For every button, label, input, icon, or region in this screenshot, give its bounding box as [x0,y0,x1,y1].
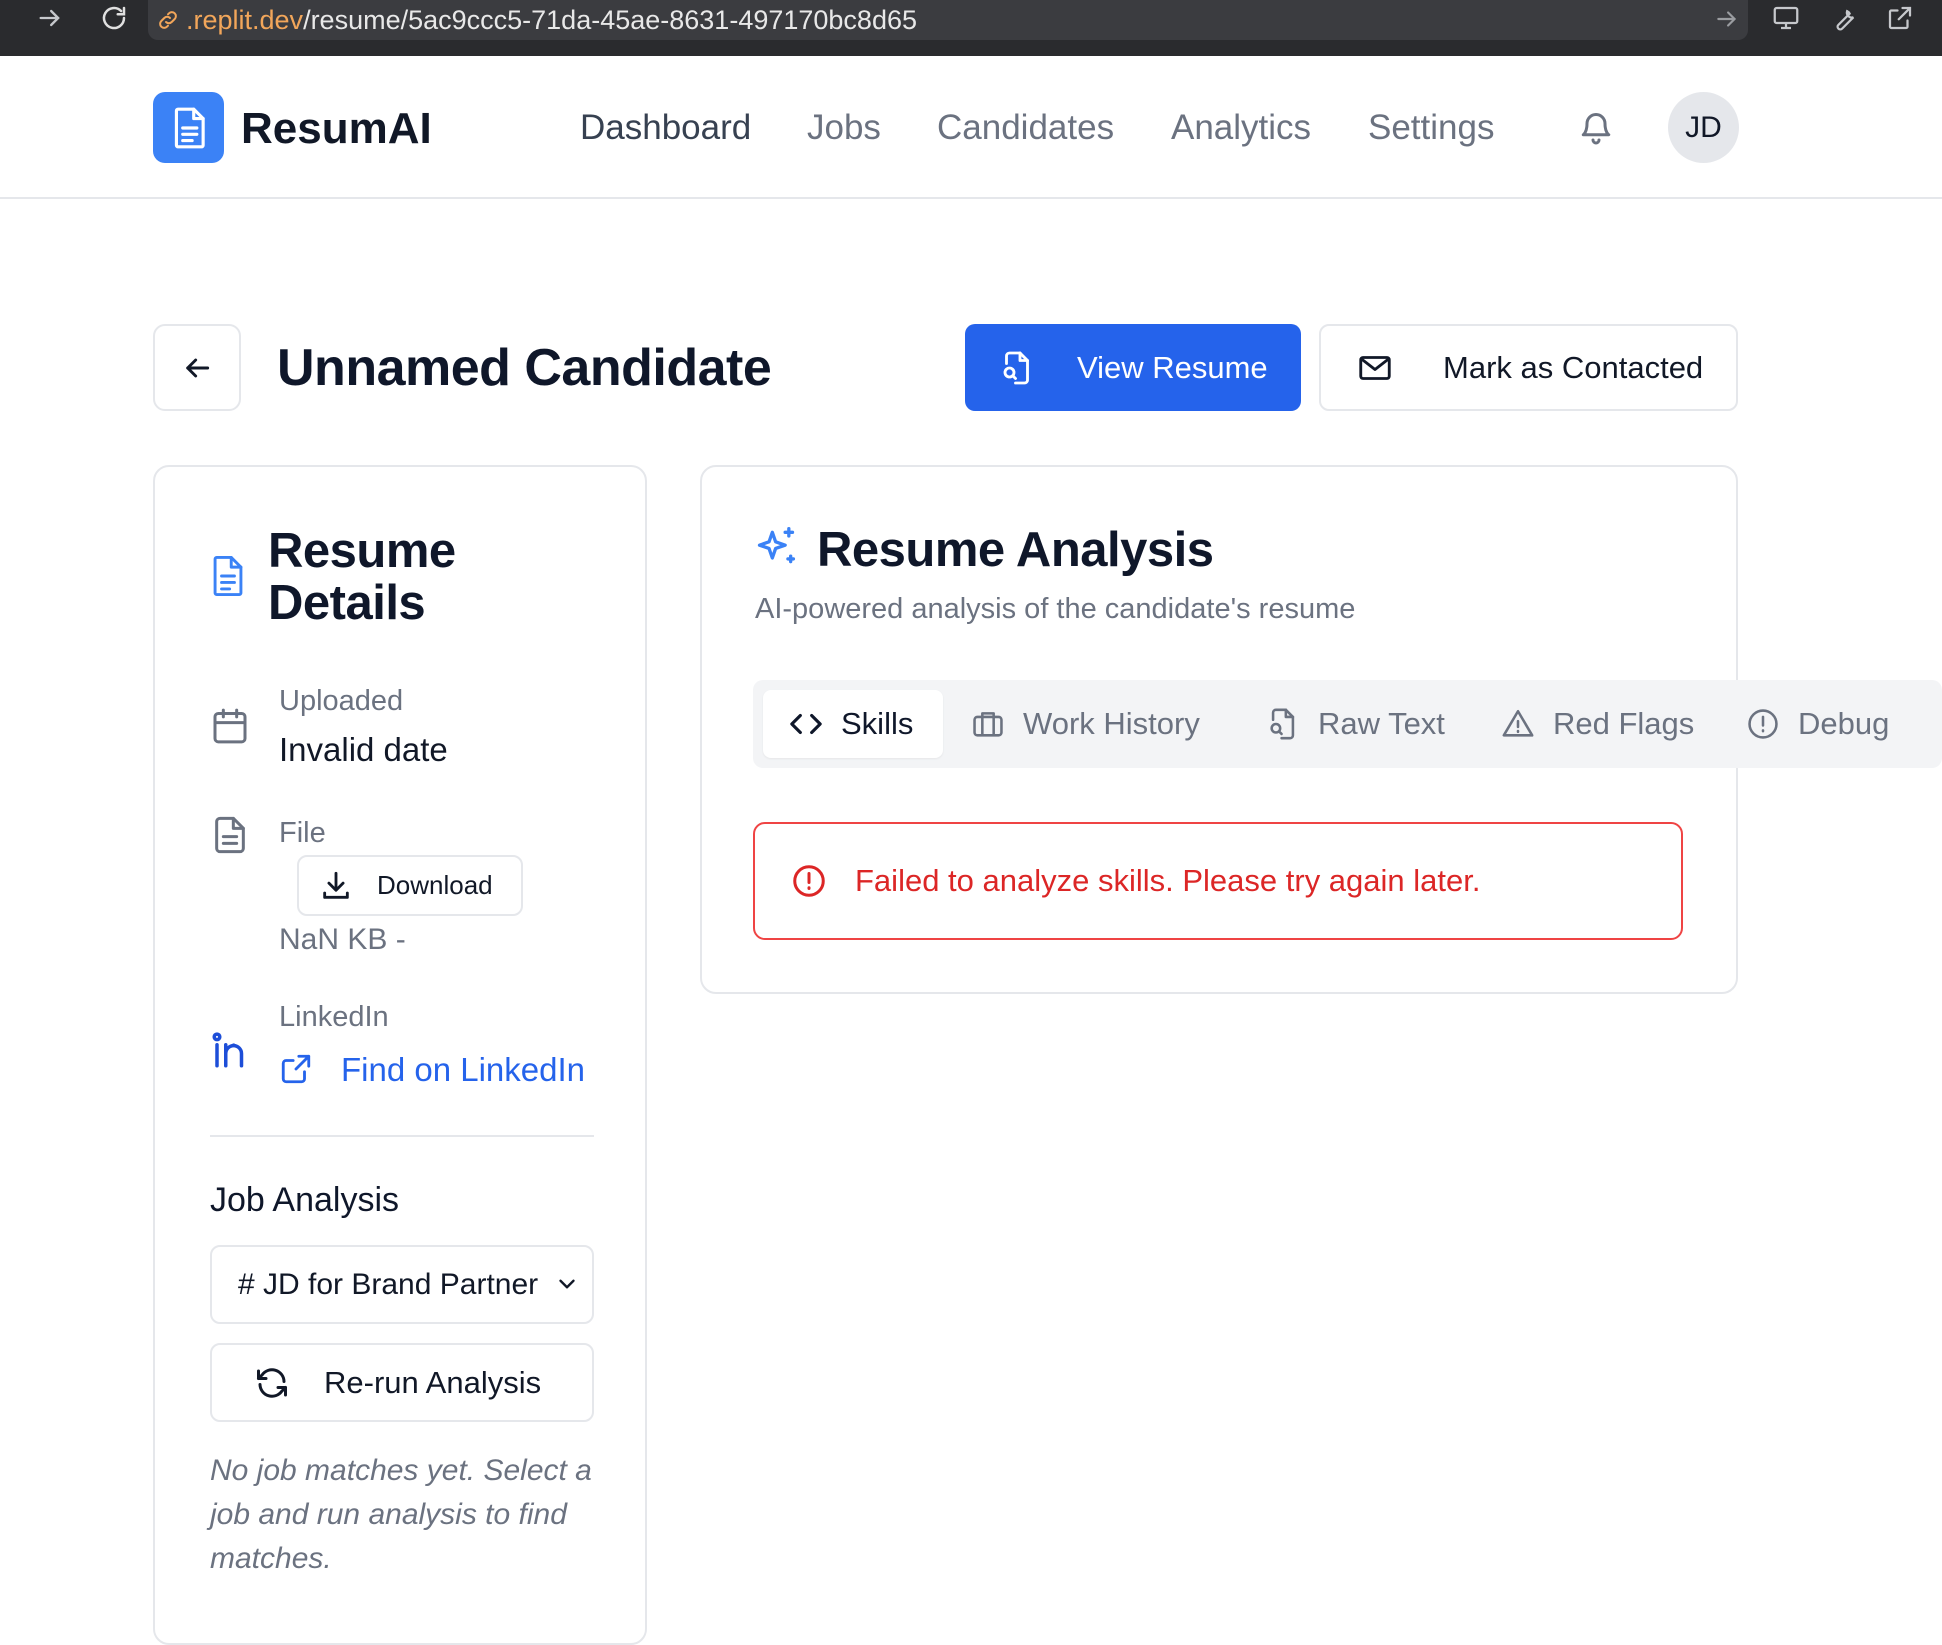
file-search-icon [1266,707,1300,741]
uploaded-value: Invalid date [279,731,448,768]
tab-red-flags[interactable]: Red Flags [1501,690,1694,758]
mark-contacted-button[interactable]: Mark as Contacted [1319,324,1738,411]
file-icon [210,814,250,856]
url-host: .replit.dev [186,4,304,35]
wrench-icon[interactable] [1826,0,1862,36]
calendar-icon [210,705,250,747]
sparkles-icon [754,525,798,569]
bell-icon[interactable] [1578,110,1616,148]
briefcase-icon [971,707,1005,741]
job-select[interactable]: # JD for Brand Partner [210,1245,594,1324]
nav-analytics[interactable]: Analytics [1171,108,1311,148]
tab-work-history-label: Work History [1023,706,1200,741]
refresh-icon [254,1365,290,1401]
mail-icon [1357,350,1393,386]
back-button[interactable] [153,324,241,411]
arrow-left-icon [181,352,213,384]
resume-details-title: Resume Details [268,524,456,630]
go-arrow-icon[interactable] [1714,6,1740,32]
file-text-icon [211,555,247,599]
nav-settings[interactable]: Settings [1368,108,1494,148]
linkedin-label: LinkedIn [279,1001,389,1033]
mark-contacted-label: Mark as Contacted [1443,349,1704,385]
external-window-icon[interactable] [1882,0,1918,36]
alert-circle-icon [791,863,827,899]
file-search-icon [999,350,1035,386]
tab-skills[interactable]: Skills [763,690,943,758]
nav-candidates[interactable]: Candidates [937,108,1114,148]
tab-red-flags-label: Red Flags [1553,706,1695,741]
download-label: Download [377,870,493,900]
nav-dashboard[interactable]: Dashboard [580,108,751,148]
find-on-linkedin-link[interactable]: Find on LinkedIn [279,1051,585,1089]
tab-raw-text[interactable]: Raw Text [1266,690,1445,758]
address-bar[interactable]: .replit.dev/resume/5ac9ccc5-71da-45ae-86… [148,0,1748,40]
page-title: Unnamed Candidate [277,339,772,397]
reload-icon[interactable] [96,0,132,36]
logo-icon[interactable] [153,92,224,163]
resume-analysis-subtitle: AI-powered analysis of the candidate's r… [755,593,1356,625]
chevron-down-icon [554,1271,582,1299]
resume-details-card: Resume Details Uploaded Invalid date Fil… [153,465,647,1645]
file-size: NaN KB - [279,923,406,956]
job-select-value: # JD for Brand Partner [238,1267,539,1301]
find-on-linkedin-label: Find on LinkedIn [341,1051,586,1088]
user-avatar[interactable]: JD [1668,92,1739,163]
download-icon [319,869,353,903]
rerun-analysis-button[interactable]: Re-run Analysis [210,1343,594,1422]
analysis-tabs: Skills Work History Raw Text Red Flags D… [753,680,1942,768]
view-resume-button[interactable]: View Resume [965,324,1301,411]
link-icon [156,8,180,32]
uploaded-label: Uploaded [279,685,404,717]
browser-toolbar: .replit.dev/resume/5ac9ccc5-71da-45ae-86… [0,0,1942,56]
tab-raw-text-label: Raw Text [1318,706,1445,741]
linkedin-icon [210,1029,250,1071]
forward-icon[interactable] [32,0,68,36]
no-matches-note: No job matches yet. Select a job and run… [210,1454,592,1575]
alert-circle-icon [1746,707,1780,741]
skills-error-message: Failed to analyze skills. Please try aga… [855,863,1481,898]
app-header: ResumAI Dashboard Jobs Candidates Analyt… [0,56,1942,199]
app-logo-text[interactable]: ResumAI [241,104,432,154]
monitor-icon[interactable] [1768,0,1804,36]
skills-error-alert: Failed to analyze skills. Please try aga… [753,822,1683,940]
code-icon [789,707,823,741]
external-link-icon [279,1052,315,1088]
tab-skills-label: Skills [841,706,914,741]
rerun-analysis-label: Re-run Analysis [324,1364,542,1400]
section-divider [210,1135,594,1137]
url-path: /resume/5ac9ccc5-71da-45ae-8631-497170bc… [303,4,917,35]
job-analysis-title: Job Analysis [210,1181,399,1219]
view-resume-label: View Resume [1077,349,1268,385]
nav-jobs[interactable]: Jobs [807,108,881,148]
download-button[interactable]: Download [297,855,523,916]
alert-triangle-icon [1501,707,1535,741]
file-label: File [279,817,326,849]
tab-work-history[interactable]: Work History [971,690,1200,758]
tab-debug-label: Debug [1798,706,1890,741]
tab-debug[interactable]: Debug [1746,690,1889,758]
resume-analysis-title: Resume Analysis [817,523,1214,577]
